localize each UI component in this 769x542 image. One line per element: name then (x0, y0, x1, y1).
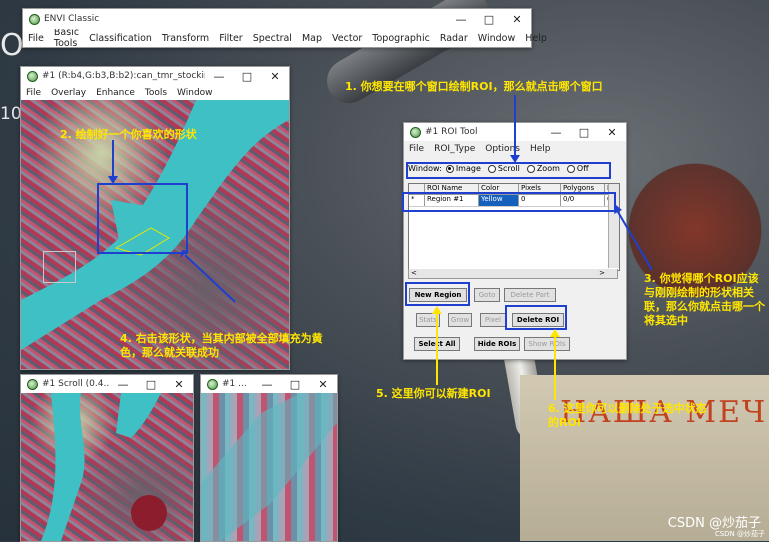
annotation-4: 4. 右击该形状，当其内部被全部填充为黄色，那么就关联成功 (120, 332, 323, 359)
select-all-button[interactable]: Select All (414, 337, 460, 351)
watermark-small: CSDN @炒茄子 (714, 530, 765, 538)
image-window-title: #1 (R:b4,G:b3,B:b2):can_tmr_stocking... (42, 71, 205, 81)
highlight-roi-row (402, 192, 616, 212)
scroll-right-icon[interactable]: > (599, 269, 605, 277)
scroll-left-icon[interactable]: < (411, 269, 417, 277)
envi-app-icon (27, 70, 38, 82)
envi-title: ENVI Classic (44, 14, 100, 24)
maximize-icon[interactable]: □ (137, 378, 165, 391)
highlight-window-selector (406, 162, 611, 179)
menu-help[interactable]: Help (525, 144, 556, 154)
zoom-image-canvas[interactable] (201, 393, 337, 541)
scroll-indicator-box[interactable] (43, 251, 76, 283)
maximize-icon[interactable]: □ (475, 13, 503, 26)
zoom-overlay (201, 393, 337, 541)
close-icon[interactable]: ✕ (261, 70, 289, 83)
scroll-window: #1 Scroll (0.4... — □ ✕ (20, 374, 194, 542)
image-window: #1 (R:b4,G:b3,B:b2):can_tmr_stocking... … (20, 66, 290, 370)
scroll-title-bar: #1 Scroll (0.4... — □ ✕ (21, 375, 193, 393)
envi-app-icon (207, 378, 218, 390)
scroll-river-overlay (41, 393, 167, 541)
image-title-bar: #1 (R:b4,G:b3,B:b2):can_tmr_stocking... … (21, 67, 289, 85)
menu-file[interactable]: File (21, 88, 46, 98)
goto-button[interactable]: Goto (474, 288, 500, 302)
roi-tool-title: #1 ROI Tool (425, 127, 478, 137)
minimize-icon[interactable]: — (542, 126, 570, 139)
envi-app-icon (27, 378, 38, 390)
menu-window[interactable]: Window (473, 33, 520, 44)
menu-filter[interactable]: Filter (214, 33, 248, 44)
menu-vector[interactable]: Vector (327, 33, 367, 44)
hide-rois-button[interactable]: Hide ROIs (474, 337, 520, 351)
roi-menu-bar: File ROI_Type Options Help (404, 141, 626, 156)
annotation-1: 1. 你想要在哪个窗口绘制ROI，那么就点击哪个窗口 (345, 80, 603, 93)
stats-button[interactable]: Stats (416, 313, 440, 327)
menu-window[interactable]: Window (172, 88, 218, 98)
highlight-delete-roi (505, 305, 567, 330)
annotation-5: 5. 这里你可以新建ROI (376, 387, 491, 400)
maximize-icon[interactable]: □ (570, 126, 598, 139)
menu-topographic[interactable]: Topographic (367, 33, 435, 44)
close-icon[interactable]: ✕ (165, 378, 193, 391)
pixel-button[interactable]: Pixel (480, 313, 506, 327)
roi-title-bar: #1 ROI Tool — □ ✕ (404, 123, 626, 141)
menu-roi-type[interactable]: ROI_Type (429, 144, 480, 154)
menu-map[interactable]: Map (297, 33, 327, 44)
grow-button[interactable]: Grow (448, 313, 472, 327)
envi-app-icon (410, 126, 421, 138)
minimize-icon[interactable]: — (109, 378, 137, 391)
image-menu-bar: File Overlay Enhance Tools Window (21, 85, 289, 100)
highlight-new-region (405, 282, 470, 306)
minimize-icon[interactable]: — (447, 13, 475, 26)
scroll-image-canvas[interactable] (21, 393, 193, 541)
envi-title-bar: ENVI Classic — □ ✕ (23, 9, 531, 29)
menu-file[interactable]: File (404, 144, 429, 154)
background-edge-text: O (0, 28, 24, 63)
maximize-icon[interactable]: □ (233, 70, 261, 83)
zoom-title-bar: #1 ... — □ ✕ (201, 375, 337, 393)
annotation-6: 6. 这里你可以删除处于选中状态的ROI (548, 402, 707, 429)
menu-basic-tools[interactable]: Basic Tools (49, 27, 84, 49)
menu-classification[interactable]: Classification (84, 33, 157, 44)
zoom-window-title: #1 ... (222, 379, 247, 389)
menu-help[interactable]: Help (520, 33, 552, 44)
close-icon[interactable]: ✕ (503, 13, 531, 26)
background-edge-text-2: 10 (0, 104, 22, 124)
envi-menu-bar: File Basic Tools Classification Transfor… (23, 27, 547, 49)
annotation-2: 2. 绘制好一个你喜欢的形状 (60, 128, 197, 141)
menu-spectral[interactable]: Spectral (248, 33, 297, 44)
minimize-icon[interactable]: — (205, 70, 233, 83)
envi-classic-window: ENVI Classic — □ ✕ File Basic Tools Clas… (22, 8, 547, 49)
delete-part-button[interactable]: Delete Part (504, 288, 556, 302)
close-icon[interactable]: ✕ (598, 126, 626, 139)
menu-transform[interactable]: Transform (157, 33, 214, 44)
close-icon[interactable]: ✕ (309, 378, 337, 391)
menu-file[interactable]: File (23, 33, 49, 44)
menu-overlay[interactable]: Overlay (46, 88, 91, 98)
zoom-indicator-box[interactable] (97, 183, 188, 254)
menu-options[interactable]: Options (480, 144, 525, 154)
annotation-3: 3. 你觉得哪个ROI应该与刚刚绘制的形状相关联，那么你就点击哪一个将其选中 (644, 272, 765, 327)
show-rois-button[interactable]: Show ROIs (524, 337, 570, 351)
horizontal-scrollbar[interactable]: < > (408, 269, 618, 279)
scroll-window-title: #1 Scroll (0.4... (42, 379, 109, 389)
menu-enhance[interactable]: Enhance (91, 88, 140, 98)
zoom-window: #1 ... — □ ✕ (200, 374, 338, 542)
maximize-icon[interactable]: □ (281, 378, 309, 391)
menu-tools[interactable]: Tools (140, 88, 172, 98)
minimize-icon[interactable]: — (253, 378, 281, 391)
menu-radar[interactable]: Radar (435, 33, 473, 44)
envi-app-icon (29, 13, 40, 25)
